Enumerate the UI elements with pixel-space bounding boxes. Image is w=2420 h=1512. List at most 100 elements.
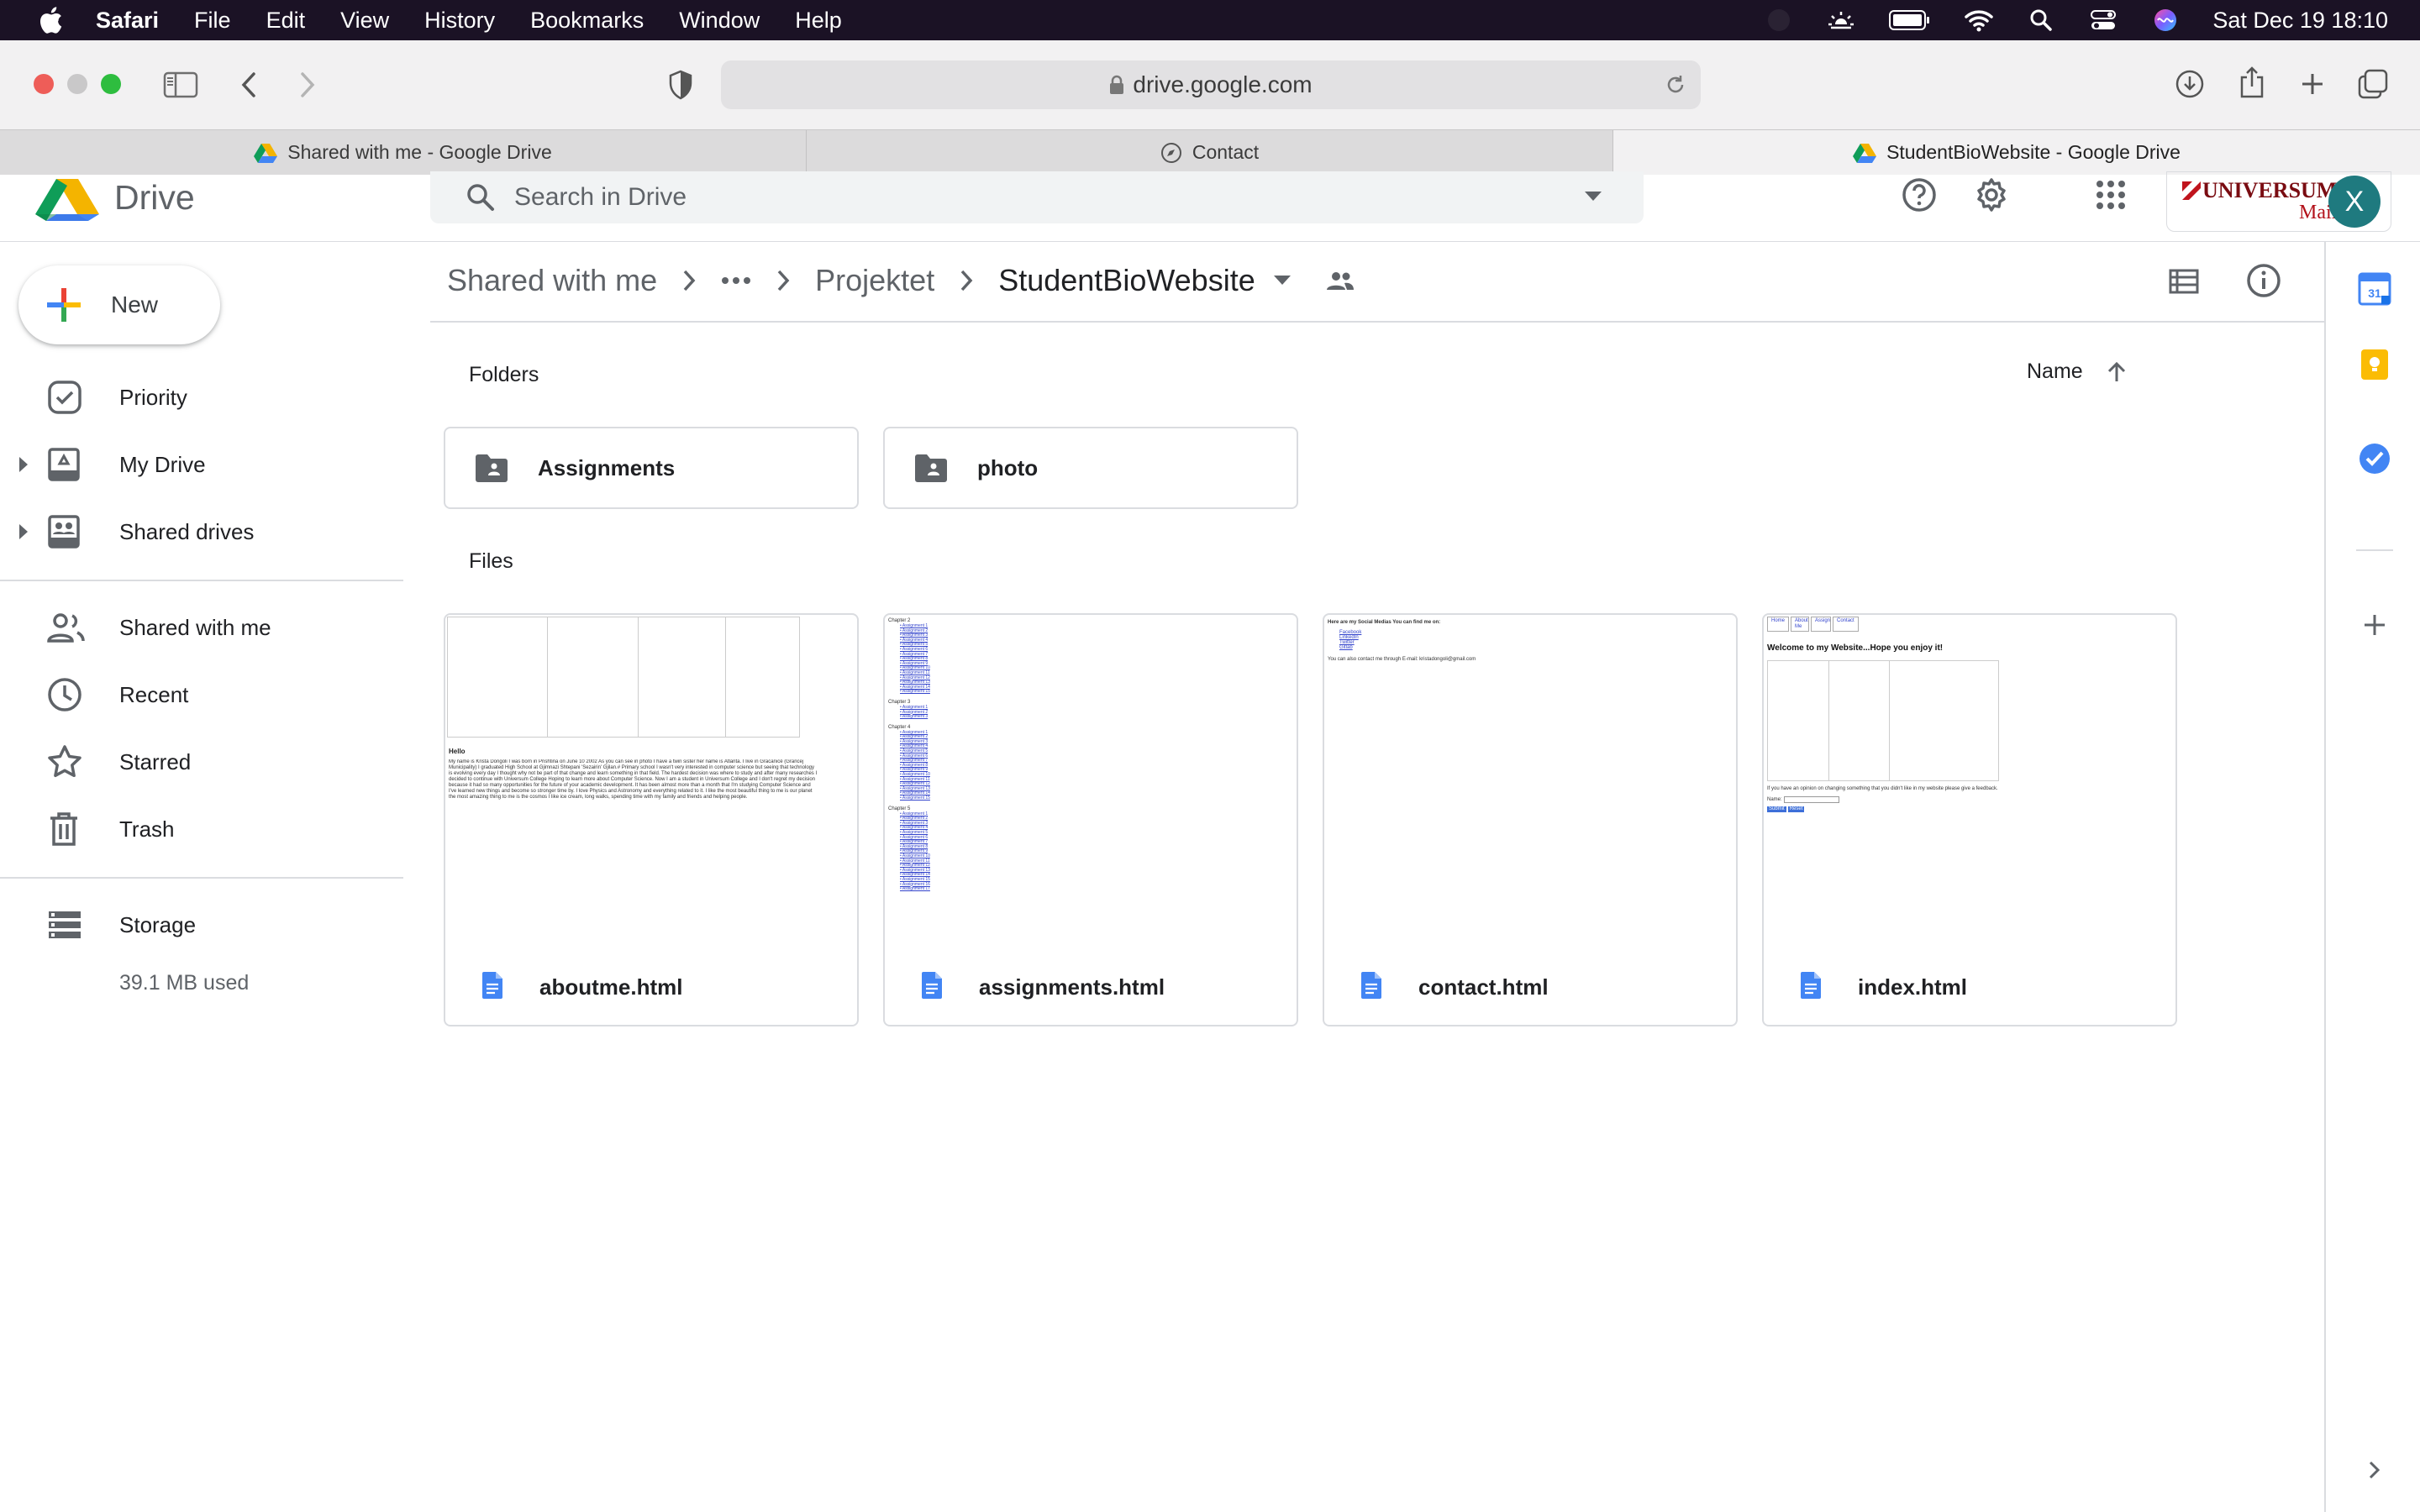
sidebar-item-priority[interactable]: Priority xyxy=(0,365,403,430)
keep-notes-icon[interactable] xyxy=(2356,346,2393,383)
thumbnail-assignment-link: • Assignment 15 xyxy=(900,795,930,801)
tab-student-bio-website[interactable]: StudentBioWebsite - Google Drive xyxy=(1613,130,2420,175)
back-icon[interactable] xyxy=(235,66,262,104)
search-options-icon[interactable] xyxy=(1585,192,1602,202)
menu-history[interactable]: History xyxy=(424,8,495,34)
spotlight-search-icon[interactable] xyxy=(2026,5,2056,35)
google-apps-icon[interactable] xyxy=(2092,176,2129,213)
search-icon[interactable] xyxy=(466,182,496,213)
sort-label[interactable]: Name xyxy=(2027,360,2083,384)
account-avatar[interactable]: X xyxy=(2328,176,2381,228)
organization-logo[interactable]: UNIVERSUM Mail X xyxy=(2166,171,2391,232)
apple-icon[interactable] xyxy=(34,3,67,37)
html-document-icon xyxy=(481,971,504,1000)
sidebar-item-shared-drives[interactable]: Shared drives xyxy=(0,499,403,564)
sidebar-item-my-drive[interactable]: My Drive xyxy=(0,432,403,497)
address-bar[interactable]: drive.google.com xyxy=(721,60,1701,109)
get-addons-plus-icon[interactable] xyxy=(2356,606,2393,643)
new-tab-icon[interactable] xyxy=(2294,66,2331,102)
thumbnail-buttons: Submit Reset xyxy=(1767,806,1805,812)
menu-bookmarks[interactable]: Bookmarks xyxy=(530,8,644,34)
sidebar-item-label: Starred xyxy=(119,748,192,774)
info-icon[interactable] xyxy=(2245,262,2282,299)
storage-icon xyxy=(47,910,82,940)
assignments-list-preview: Chapter 2 • Assignment 1 • Assignment 2 • A… xyxy=(888,618,1056,892)
expand-caret-icon[interactable] xyxy=(18,523,29,540)
menu-edit[interactable]: Edit xyxy=(266,8,306,34)
breadcrumb-shared-with-me[interactable]: Shared with me xyxy=(447,263,657,298)
sidebar-item-shared-with-me[interactable]: Shared with me xyxy=(0,595,403,660)
battery-icon[interactable] xyxy=(1888,5,1932,35)
reload-icon[interactable] xyxy=(1664,73,1687,97)
thumbnail-submit: Submit xyxy=(1767,806,1786,812)
forward-icon[interactable] xyxy=(294,66,321,104)
shared-folder-people-icon[interactable] xyxy=(1326,270,1355,291)
thumbnail-note: If you have an opinion on changing somet… xyxy=(1767,786,1998,791)
more-path-icon[interactable] xyxy=(721,276,751,285)
lock-icon xyxy=(1109,75,1124,95)
file-card[interactable]: Chapter 2 • Assignment 1 • Assignment 2 • A… xyxy=(883,613,1298,1026)
search-bar[interactable] xyxy=(430,171,1644,223)
close-window-button[interactable] xyxy=(34,74,54,94)
sort-arrow-up-icon[interactable] xyxy=(2107,361,2127,383)
drive-icon xyxy=(254,143,278,163)
thumbnail-image-grid xyxy=(1767,660,1999,781)
folder-menu-dropdown-icon[interactable] xyxy=(1273,276,1291,286)
calendar-icon[interactable]: 31 xyxy=(2356,270,2393,307)
tab-overview-icon[interactable] xyxy=(2354,66,2391,102)
drive-logo[interactable]: Drive xyxy=(35,173,195,222)
breadcrumb-projektet[interactable]: Projektet xyxy=(815,263,934,298)
siri-icon[interactable] xyxy=(2150,5,2181,35)
safari-toolbar: drive.google.com xyxy=(0,40,2420,129)
zoom-window-button[interactable] xyxy=(101,74,121,94)
thumbnail-nav: Home About Me Assignments Contact xyxy=(1767,617,1859,632)
file-card[interactable]: Hello My name is Krista Dongoli I was bo… xyxy=(444,613,859,1026)
org-sub: Mail xyxy=(2299,201,2338,223)
sidebar-item-trash[interactable]: Trash xyxy=(0,796,403,862)
minimize-window-button[interactable] xyxy=(67,74,87,94)
menu-window[interactable]: Window xyxy=(679,8,760,34)
file-name: assignments.html xyxy=(979,974,1165,1000)
share-icon[interactable] xyxy=(2233,62,2270,102)
wifi-icon[interactable] xyxy=(1964,5,1994,35)
menu-clock[interactable]: Sat Dec 19 18:10 xyxy=(2212,8,2388,34)
sidebar-item-label: Storage xyxy=(119,911,197,937)
sidebar-item-recent[interactable]: Recent xyxy=(0,662,403,727)
sidebar-item-starred[interactable]: Starred xyxy=(0,729,403,795)
tasks-icon[interactable] xyxy=(2356,440,2393,477)
tab-contact[interactable]: Contact xyxy=(807,130,1613,175)
file-card[interactable]: Here are my Social Medias You can find m… xyxy=(1323,613,1738,1026)
status-circle-icon[interactable] xyxy=(1764,5,1794,35)
folder-card[interactable]: photo xyxy=(883,427,1298,509)
expand-caret-icon[interactable] xyxy=(18,456,29,473)
file-name: index.html xyxy=(1858,974,1968,1000)
sort-control[interactable]: Name xyxy=(2027,360,2127,384)
privacy-shield-icon[interactable] xyxy=(664,67,697,102)
settings-gear-icon[interactable] xyxy=(1971,175,2012,215)
thumbnail-assignment-link: • Assignment 3 xyxy=(900,714,929,720)
downloads-icon[interactable] xyxy=(2171,66,2208,102)
menu-view[interactable]: View xyxy=(340,8,389,34)
breadcrumb-current-folder[interactable]: StudentBioWebsite xyxy=(998,263,1255,298)
menu-file[interactable]: File xyxy=(194,8,231,34)
expand-panel-chevron-icon[interactable] xyxy=(2356,1452,2393,1488)
folder-card[interactable]: Assignments xyxy=(444,427,859,509)
file-thumbnail: Chapter 2 • Assignment 1 • Assignment 2 • A… xyxy=(885,615,1297,942)
support-icon[interactable] xyxy=(1899,175,1939,215)
new-button[interactable]: New xyxy=(18,265,220,344)
html-document-icon xyxy=(1799,971,1823,1000)
tab-shared-with-me[interactable]: Shared with me - Google Drive xyxy=(0,130,807,175)
sidebar-toggle-icon[interactable] xyxy=(161,66,200,104)
control-center-icon[interactable] xyxy=(2088,5,2118,35)
sidebar-item-storage[interactable]: Storage xyxy=(0,892,403,958)
url-text[interactable]: drive.google.com xyxy=(1133,71,1312,98)
brightness-icon[interactable] xyxy=(1826,5,1856,35)
menu-help[interactable]: Help xyxy=(795,8,842,34)
thumbnail-name-field xyxy=(1783,796,1839,803)
file-card[interactable]: Home About Me Assignments Contact Welcom… xyxy=(1762,613,2177,1026)
menu-app-name[interactable]: Safari xyxy=(96,8,159,34)
list-view-icon[interactable] xyxy=(2166,264,2202,299)
tab-label: Shared with me - Google Drive xyxy=(287,141,552,163)
sidebar-item-label: Priority xyxy=(119,384,187,410)
search-input[interactable] xyxy=(514,183,1523,212)
